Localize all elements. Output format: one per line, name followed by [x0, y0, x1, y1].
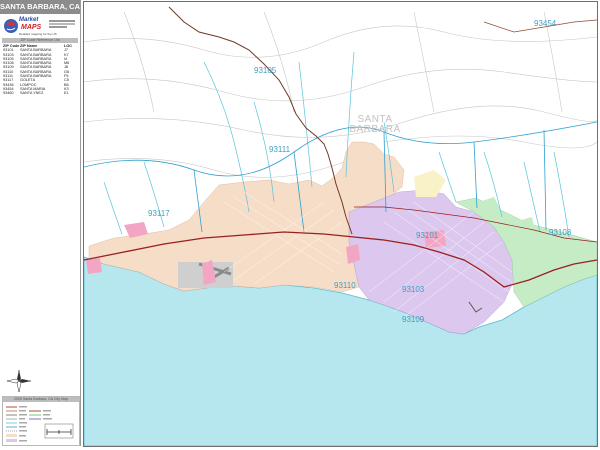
terrain-lines	[84, 11, 597, 178]
zip-cell-name: SANTA YNEZ	[20, 91, 44, 96]
zip-rows: 93101 SANTA BARBARA J7 93103 SANTA BARBARA K7…	[3, 48, 78, 95]
map-graphics	[84, 6, 597, 446]
legend-sidebar: SANTA BARBARA, CA Market MAPS Detailed m…	[0, 0, 81, 446]
zip-label-93454: 93454	[534, 19, 557, 28]
zip-list-header: ZIP Code Reference List	[2, 38, 78, 43]
zip-label-93111: 93111	[269, 145, 291, 154]
zip-label-93110: 93110	[334, 281, 356, 290]
zip-label-93105: 93105	[254, 66, 277, 75]
zip-cell-loc: E1	[64, 91, 69, 96]
zip-cell-zip: 93460	[3, 91, 14, 96]
zip-label-93108: 93108	[549, 228, 572, 237]
logo-text: Market	[19, 17, 39, 23]
globe-icon	[4, 19, 18, 33]
map-title: SANTA BARBARA, CA	[0, 0, 80, 14]
zip-label-93101: 93101	[416, 231, 439, 240]
table-row: 93460 SANTA YNEZ E1	[3, 91, 78, 95]
zip-label-93109: 93109	[402, 315, 425, 324]
zip-label-93117: 93117	[148, 209, 170, 218]
city-label-line2: BARBARA	[349, 124, 401, 135]
hills-yellow	[414, 170, 446, 197]
market-maps-logo: Market MAPS Detailed mapping for the US	[3, 16, 77, 38]
logo-contact-block	[49, 19, 75, 33]
zip-label-93103: 93103	[402, 285, 425, 294]
compass-rose-icon	[6, 370, 31, 393]
logo-text-maps: MAPS	[21, 24, 42, 31]
city-label-santa-barbara: SANTA BARBARA	[348, 115, 402, 135]
map-canvas[interactable]: 93454 93105 93111 93117 93101 93108 9311…	[83, 1, 598, 447]
zip-reference-table: ZIP Code ZIP Name LOC 93101 SANTA BARBARA…	[3, 44, 78, 96]
legend-symbols	[6, 406, 74, 442]
map-legend: 2009 Santa Barbara, CA City Map	[2, 396, 80, 446]
